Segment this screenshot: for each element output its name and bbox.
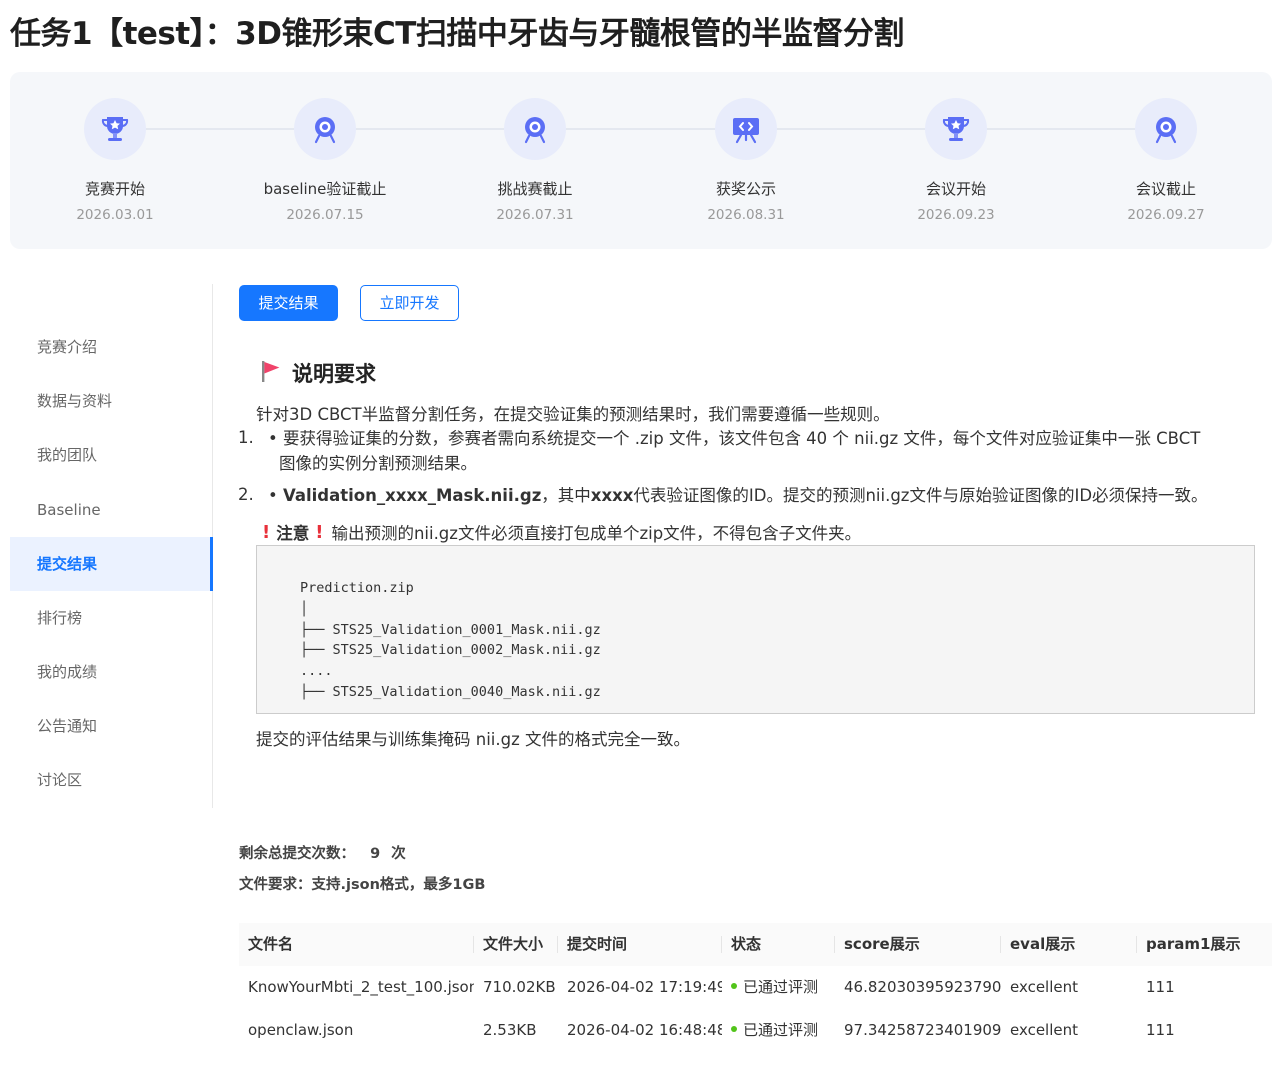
remaining-label: 剩余总提交次数： [239,846,355,862]
list-number: 1. [238,428,254,447]
sidebar-item-data[interactable]: 数据与资料 [10,374,212,428]
target-icon [294,98,356,160]
column-header-eval: eval展示 [1001,923,1137,966]
timeline-step-conference-end: 会议截止 2026.09.27 [1076,98,1256,223]
column-header-time: 提交时间 [558,923,722,966]
sidebar-item-discussion[interactable]: 讨论区 [10,753,212,807]
cell-param1: 111 [1146,978,1175,996]
cell-eval: excellent [1010,1021,1079,1039]
sidebar-item-my-scores[interactable]: 我的成绩 [10,645,212,699]
instructions-intro: 针对3D CBCT半监督分割任务，在提交验证集的预测结果时，我们需要遵循一些规则… [256,405,890,424]
instruction-item-1: • 要获得验证集的分数，参赛者需向系统提交一个 .zip 文件，该文件包含 40… [268,426,1258,476]
target-icon [1135,98,1197,160]
status-dot-icon [731,1025,737,1032]
cell-filename: openclaw.json [248,1021,354,1039]
timeline-step-date: 2026.09.23 [917,207,995,223]
sidebar-item-announcements[interactable]: 公告通知 [10,699,212,753]
filename-pattern: Validation_xxxx_Mask.nii.gz [282,486,542,505]
instructions-heading: 说明要求 [260,358,376,388]
column-header-param1: param1展示 [1146,935,1241,953]
note-line: ! 注意 ! 输出预测的nii.gz文件必须直接打包成单个zip文件，不得包含子… [262,520,861,544]
column-header-score: score展示 [835,923,1001,966]
sidebar-item-submit[interactable]: 提交结果 [10,537,213,591]
instruction-item-1-line2: 图像的实例分割预测结果。 [279,454,477,473]
instructions-footer: 提交的评估结果与训练集掩码 nii.gz 文件的格式完全一致。 [256,730,690,749]
timeline-step-baseline-deadline: baseline验证截止 2026.07.15 [235,98,415,223]
timeline-step-label: baseline验证截止 [263,180,387,198]
cell-status: 已通过评测 [722,1009,835,1052]
timeline-step-competition-start: 竞赛开始 2026.03.01 [25,98,205,223]
bullet: • [268,486,278,505]
remaining-submissions: 剩余总提交次数： 9 次 [239,842,406,863]
table-row: KnowYourMbti_2_test_100.json 710.02KB 20… [239,966,1272,1009]
submissions-table: 文件名 文件大小 提交时间 状态 score展示 eval展示 param1展示… [239,923,1272,1052]
develop-now-button[interactable]: 立即开发 [360,285,459,321]
timeline-step-date: 2026.03.01 [76,207,154,223]
cell-time: 2026-04-02 16:48:48 [567,1021,722,1039]
timeline-step-challenge-deadline: 挑战赛截止 2026.07.31 [445,98,625,223]
list-number: 2. [238,485,254,504]
code-block-file-structure: Prediction.zip │ ├── STS25_Validation_00… [256,545,1255,714]
timeline-step-label: 竞赛开始 [84,180,145,198]
target-icon [504,98,566,160]
cell-filename: KnowYourMbti_2_test_100.json [248,978,474,996]
status-dot-icon [731,982,737,989]
note-text: 输出预测的nii.gz文件必须直接打包成单个zip文件，不得包含子文件夹。 [331,524,862,543]
id-placeholder: xxxx [590,486,634,505]
column-header-filename: 文件名 [239,923,474,966]
remaining-count: 9 [370,846,381,862]
note-label: 注意 [276,524,310,543]
cell-time: 2026-04-02 17:19:49 [567,978,722,996]
file-requirement: 文件要求：支持.json格式，最多1GB [239,877,486,893]
sidebar-nav: 竞赛介绍 数据与资料 我的团队 Baseline 提交结果 排行榜 我的成绩 公… [10,284,213,808]
cell-score: 46.820303959237904 [844,978,1001,996]
sidebar-item-baseline[interactable]: Baseline [10,483,212,537]
timeline-step-conference-start: 会议开始 2026.09.23 [866,98,1046,223]
flag-icon [260,359,282,387]
timeline-step-date: 2026.07.15 [286,207,364,223]
cell-status: 已通过评测 [722,966,835,1009]
timeline-step-label: 挑战赛截止 [497,180,573,198]
instructions-title: 说明要求 [292,362,376,386]
bullet: • [268,429,278,448]
status-text: 已通过评测 [743,978,819,996]
column-header-size: 文件大小 [474,923,558,966]
sidebar-item-my-team[interactable]: 我的团队 [10,428,212,482]
sidebar-item-intro[interactable]: 竞赛介绍 [10,320,212,374]
timeline-step-label: 获奖公示 [715,180,776,198]
instruction-item-2-rest: 代表验证图像的ID。提交的预测nii.gz文件与原始验证图像的ID必须保持一致。 [633,486,1208,505]
timeline-step-label: 会议开始 [925,180,986,198]
exclamation-icon: ! [315,521,324,543]
instruction-item-2-mid: ，其中 [541,486,591,505]
timeline-step-label: 会议截止 [1135,180,1196,198]
trophy-icon [84,98,146,160]
competition-timeline: 竞赛开始 2026.03.01 baseline验证截止 2026.07.15 … [10,72,1272,249]
cell-size: 2.53KB [483,1021,537,1039]
timeline-step-date: 2026.08.31 [707,207,785,223]
timeline-step-award-announcement: 获奖公示 2026.08.31 [656,98,836,223]
page-title: 任务1【test】：3D锥形束CT扫描中牙齿与牙髓根管的半监督分割 [10,16,904,52]
cell-score: 97.34258723401909 [844,1021,1001,1039]
instruction-item-1-line1: 要获得验证集的分数，参赛者需向系统提交一个 .zip 文件，该文件包含 40 个… [282,429,1201,448]
remaining-unit: 次 [391,846,406,862]
presentation-board-icon [715,98,777,160]
column-header-status: 状态 [722,923,835,966]
submit-result-button[interactable]: 提交结果 [239,285,338,321]
timeline-step-date: 2026.09.27 [1127,207,1205,223]
instruction-item-2: • Validation_xxxx_Mask.nii.gz，其中xxxx代表验证… [268,483,1258,508]
table-row: openclaw.json 2.53KB 2026-04-02 16:48:48… [239,1009,1272,1052]
cell-eval: excellent [1010,978,1079,996]
table-header: 文件名 文件大小 提交时间 状态 score展示 eval展示 param1展示 [239,923,1272,966]
cell-size: 710.02KB [483,978,556,996]
exclamation-icon: ! [262,521,271,543]
sidebar-item-leaderboard[interactable]: 排行榜 [10,591,212,645]
trophy-icon [925,98,987,160]
timeline-step-date: 2026.07.31 [496,207,574,223]
status-text: 已通过评测 [743,1021,819,1039]
cell-param1: 111 [1146,1021,1175,1039]
